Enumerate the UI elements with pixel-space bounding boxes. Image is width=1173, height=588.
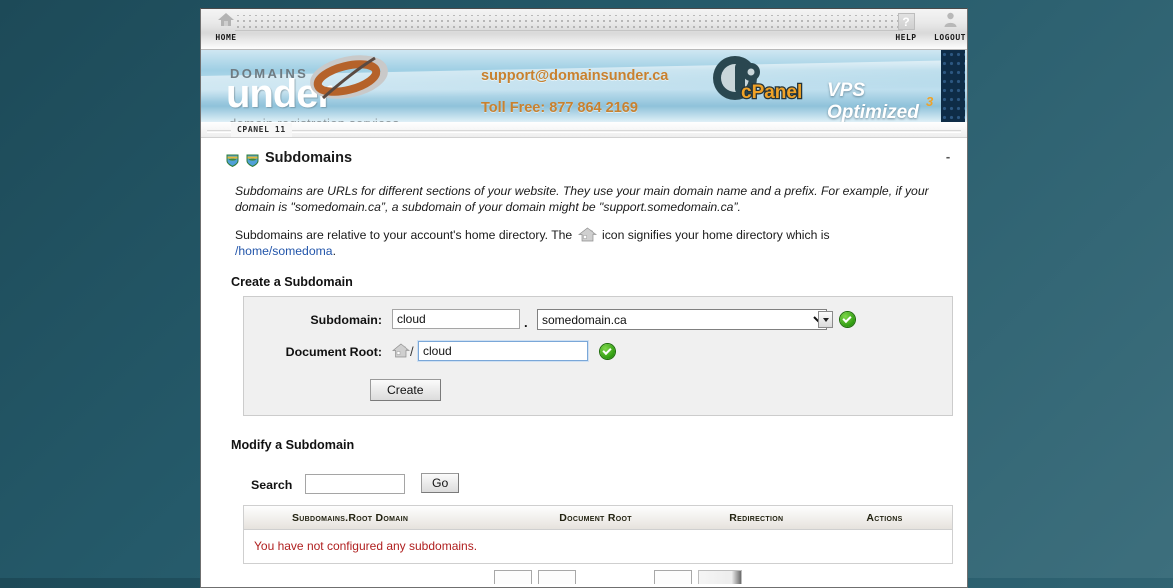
home-label: HOME — [215, 33, 237, 42]
create-subdomain-heading: Create a Subdomain — [231, 275, 353, 289]
create-subdomain-form: Subdomain: . somedomain.ca Document Root… — [243, 296, 953, 416]
page-title: Subdomains — [265, 150, 353, 166]
pagination-button-1[interactable] — [494, 570, 532, 584]
column-header-document-root[interactable]: Document Root — [535, 506, 710, 530]
home-directory-icon — [392, 343, 410, 358]
root-domain-select[interactable]: somedomain.ca — [537, 309, 827, 330]
pagination-button-2[interactable] — [538, 570, 576, 584]
page-content: Subdomains - Subdomains are URLs for dif… — [201, 138, 967, 584]
collapse-panel-button[interactable]: - — [941, 150, 955, 166]
cpanel-topbar: HOME ? HELP LOGOUT — [201, 9, 967, 50]
document-root-valid-icon — [600, 344, 615, 359]
cpanel-wordmark: cPanel — [740, 81, 804, 105]
host-banner: DOMAINS under domain registration servic… — [201, 50, 967, 122]
column-header-redirection[interactable]: Redirection — [709, 506, 845, 530]
description-para2-after: icon signifies your home directory which… — [601, 228, 830, 242]
document-root-row: Document Root: / — [252, 340, 952, 367]
logo-under-text: under — [226, 72, 333, 116]
support-email: support@domainsunder.ca — [481, 68, 669, 84]
document-root-input[interactable] — [417, 340, 589, 362]
description-paragraph-2: Subdomains are relative to your account'… — [235, 227, 949, 259]
table-header-row: Subdomains.Root Domain Document Root Red… — [244, 506, 952, 530]
strip-rule-highlight — [207, 132, 961, 133]
create-button[interactable]: Create — [370, 379, 441, 401]
subdomain-separator: . — [524, 315, 528, 330]
cpanel-logo: cPanel VPS Optimized 3 — [701, 52, 939, 122]
domainsunder-logo[interactable]: DOMAINS under domain registration servic… — [221, 56, 511, 122]
cpanel-version-strip: CPANEL 11 — [201, 122, 967, 138]
home-button[interactable]: HOME — [203, 11, 249, 42]
subdomain-valid-icon — [840, 312, 855, 327]
empty-table-message: You have not configured any subdomains. — [254, 539, 478, 553]
description-para2-before: Subdomains are relative to your account'… — [235, 228, 573, 242]
subdomains-shield-icon — [225, 152, 261, 170]
home-path-link[interactable]: /home/somedoma — [235, 244, 333, 258]
subdomain-row: Subdomain: . somedomain.ca — [252, 309, 952, 335]
strip-rule — [207, 130, 961, 131]
banner-right-chip — [941, 50, 965, 122]
help-button[interactable]: ? HELP — [883, 11, 929, 42]
toll-free-number: Toll Free: 877 864 2169 — [481, 100, 638, 116]
home-icon — [203, 11, 249, 33]
subdomains-table-container: Subdomains.Root Domain Document Root Red… — [243, 505, 953, 564]
subdomain-label: Subdomain: — [310, 313, 382, 327]
chevron-down-icon[interactable] — [818, 311, 833, 328]
document-root-label: Document Root: — [285, 345, 382, 359]
user-icon — [927, 11, 967, 33]
modify-subdomain-heading: Modify a Subdomain — [231, 438, 355, 452]
browser-window: HOME ? HELP LOGOUT DOMAINS under domain … — [200, 8, 968, 588]
help-label: HELP — [895, 33, 917, 42]
search-row: Search Go — [251, 473, 949, 498]
search-input[interactable] — [305, 474, 405, 494]
column-header-actions[interactable]: Actions — [844, 506, 952, 530]
description-period: . — [332, 243, 336, 258]
go-button[interactable]: Go — [421, 473, 460, 493]
document-root-prefix: / — [410, 344, 414, 359]
pagination-button-3[interactable] — [654, 570, 692, 584]
logout-button[interactable]: LOGOUT — [927, 11, 967, 42]
home-directory-icon — [577, 227, 597, 242]
pagination-controls — [243, 570, 949, 584]
panel-header: Subdomains - — [225, 148, 950, 176]
logout-label: LOGOUT — [934, 33, 966, 42]
subdomain-input[interactable] — [392, 309, 520, 329]
table-row: You have not configured any subdomains. — [244, 530, 952, 564]
topbar-groove — [235, 30, 903, 31]
question-mark-icon: ? — [883, 11, 929, 33]
cpanel-vps-text: VPS Optimized — [827, 80, 919, 122]
cpanel-version-tab[interactable]: CPANEL 11 — [231, 123, 292, 137]
search-label: Search — [251, 478, 293, 492]
cpanel-version-number: 3 — [926, 94, 934, 109]
column-header-root-domain[interactable]: Subdomains.Root Domain — [244, 506, 536, 530]
pagination-button-4[interactable] — [698, 570, 742, 584]
description-paragraph-1: Subdomains are URLs for different sectio… — [235, 184, 929, 214]
subdomains-table: Subdomains.Root Domain Document Root Red… — [244, 506, 952, 563]
topbar-dot-pattern — [235, 15, 903, 29]
